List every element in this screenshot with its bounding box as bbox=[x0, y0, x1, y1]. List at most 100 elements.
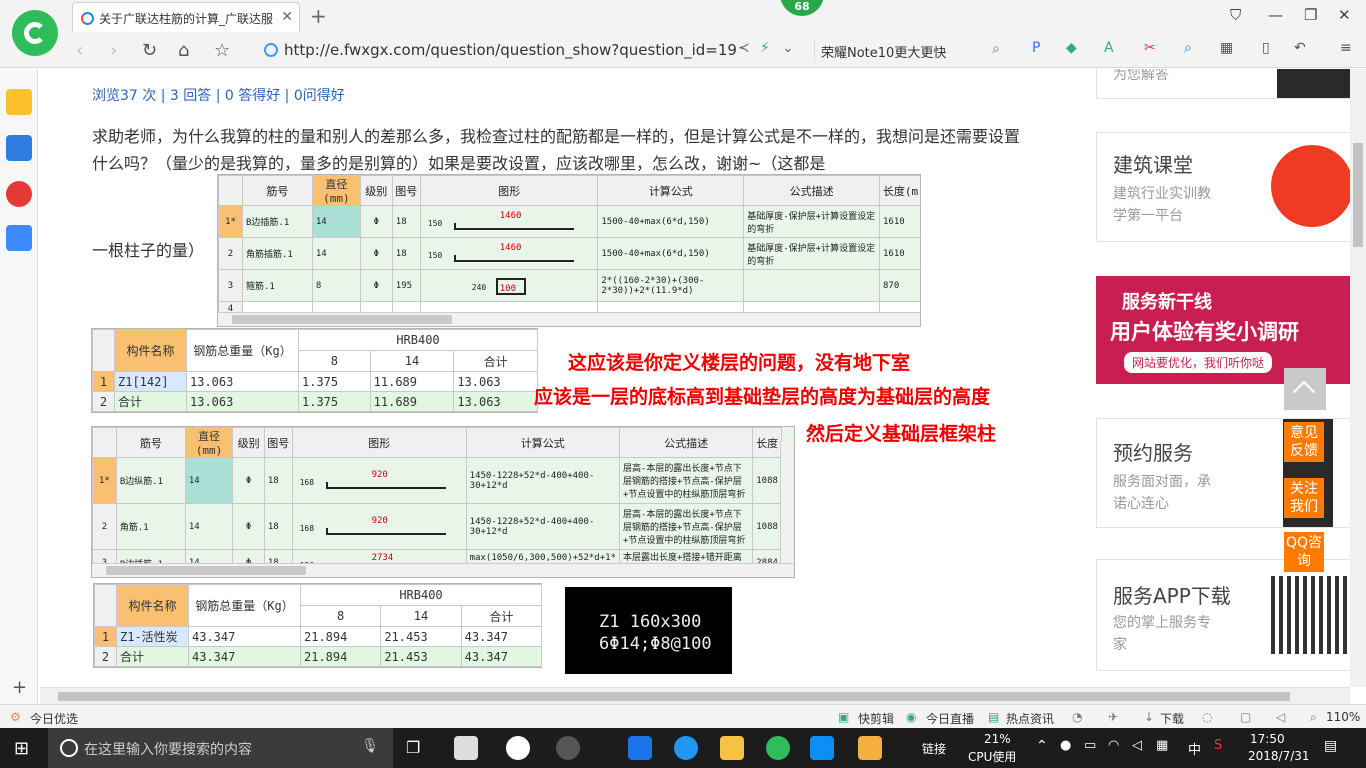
search-input[interactable]: 荣耀Note10更大更快 ⌕ bbox=[814, 38, 1010, 62]
ime-indicator[interactable]: 中 bbox=[1188, 739, 1201, 758]
windows-start-icon[interactable]: ⊞ bbox=[14, 738, 29, 759]
hot-news-link[interactable]: 热点资讯 bbox=[1006, 710, 1054, 727]
translate-icon[interactable]: A bbox=[1104, 40, 1114, 56]
star-icon[interactable]: ☆ bbox=[214, 40, 230, 61]
clean-icon[interactable]: ◌ bbox=[1202, 710, 1212, 724]
page-vertical-scrollbar[interactable] bbox=[1350, 69, 1366, 687]
table-row[interactable]: 3 箍筋.1 8 Φ 195 240 100 2*((160-2*30)+(300… bbox=[218, 269, 920, 302]
search-icon[interactable]: ⌕ bbox=[992, 41, 1000, 57]
favorites-star-icon[interactable] bbox=[6, 89, 32, 115]
chevron-up-icon[interactable]: ⌃ bbox=[1036, 738, 1048, 754]
refresh-icon[interactable]: ↻ bbox=[142, 40, 157, 61]
table-row[interactable]: 1* B边纵筋.1 14 Φ 18 168 920 1450-1228+52*d-… bbox=[92, 457, 782, 504]
list-icon[interactable] bbox=[6, 135, 32, 161]
cell-diameter[interactable]: 14 bbox=[311, 237, 361, 270]
question-stats[interactable]: 浏览37 次 | 3 回答 | 0 答得好 | 0问得好 bbox=[92, 85, 345, 105]
battery-icon[interactable]: ▭ bbox=[1084, 738, 1096, 753]
table-row[interactable]: 2 角筋.1 14 Φ 18 168 920 1450-1228+52*d-400… bbox=[92, 503, 782, 550]
cell-diameter[interactable]: 14 bbox=[311, 205, 361, 238]
cell-name: 合计 bbox=[114, 391, 187, 412]
keyboard-icon[interactable]: ▦ bbox=[1156, 738, 1168, 753]
360-browser-icon[interactable] bbox=[766, 736, 790, 760]
edge-icon[interactable] bbox=[628, 736, 652, 760]
tab-active[interactable]: 关于广联达柱筋的计算_广联达服 ✕ bbox=[72, 2, 300, 32]
table-horizontal-scrollbar[interactable] bbox=[218, 312, 920, 326]
table-row[interactable]: 2 角筋插筋.1 14 Φ 18 150 1460 1500-40+max(6*d… bbox=[218, 237, 920, 270]
qq-consult-button[interactable]: QQ咨询 bbox=[1284, 532, 1324, 572]
today-picks-link[interactable]: 今日优选 bbox=[30, 710, 78, 727]
magnifier-icon[interactable]: ⌕ bbox=[1184, 40, 1192, 56]
table-row[interactable]: 2 合计 43.347 21.894 21.453 43.347 bbox=[94, 646, 543, 667]
microphone-icon[interactable]: 🎙 bbox=[361, 738, 379, 754]
address-bar[interactable]: http://e.fwxgx.com/question/question_sho… bbox=[256, 38, 804, 62]
forward-icon[interactable]: › bbox=[110, 40, 117, 61]
restore-icon[interactable]: ❐ bbox=[1304, 6, 1317, 24]
ie-icon[interactable] bbox=[674, 736, 698, 760]
link-label[interactable]: 链接 bbox=[922, 740, 946, 757]
shirt-skin-icon[interactable]: ⛉ bbox=[1230, 6, 1241, 24]
cell-diameter[interactable]: 14 bbox=[184, 457, 234, 504]
table-row[interactable]: 2 合计 13.063 1.375 11.689 13.063 bbox=[92, 391, 538, 412]
people-icon[interactable]: ● bbox=[1060, 738, 1071, 753]
tool-app-icon[interactable] bbox=[810, 736, 834, 760]
chat-app-icon[interactable] bbox=[556, 736, 580, 760]
file-explorer-icon[interactable] bbox=[720, 736, 744, 760]
table-horizontal-scrollbar[interactable] bbox=[92, 563, 794, 577]
service-card-top[interactable]: 为您解答 bbox=[1096, 69, 1350, 99]
back-icon[interactable]: ‹ bbox=[76, 40, 83, 61]
quick-clip-link[interactable]: 快剪辑 bbox=[858, 710, 894, 727]
close-window-icon[interactable]: ✕ bbox=[1338, 6, 1351, 24]
download-link[interactable]: 下载 bbox=[1160, 710, 1184, 727]
sogou-icon[interactable]: S bbox=[1214, 738, 1222, 753]
taskbar-search-input[interactable]: 在这里输入你要搜索的内容 🎙 bbox=[48, 728, 393, 768]
clock-date[interactable]: 2018/7/31 bbox=[1248, 749, 1310, 763]
zoom-level[interactable]: 110% bbox=[1326, 710, 1360, 724]
recommend-icon[interactable]: ⚙ bbox=[10, 710, 21, 724]
mail-icon[interactable] bbox=[6, 225, 32, 251]
grid-icon[interactable]: ▦ bbox=[1220, 40, 1233, 56]
home-icon[interactable]: ⌂ bbox=[178, 40, 189, 61]
cell-grade: Φ bbox=[359, 269, 393, 302]
volume-icon[interactable]: ◁ bbox=[1132, 738, 1142, 753]
building-class-card[interactable]: 建筑课堂 建筑行业实训教 学第一平台 bbox=[1096, 132, 1350, 242]
feedback-button[interactable]: 意见反馈 bbox=[1284, 422, 1324, 462]
table-row[interactable]: 1* B边插筋.1 14 Φ 18 150 1460 1500-40+max(6*… bbox=[218, 205, 920, 238]
close-tab-icon[interactable]: ✕ bbox=[281, 9, 293, 25]
notification-center-icon[interactable]: ▤ bbox=[1324, 738, 1337, 754]
add-icon[interactable]: + bbox=[12, 677, 27, 698]
app-download-card[interactable]: 服务APP下载 您的掌上服务专 家 bbox=[1096, 559, 1350, 671]
wifi-icon[interactable]: ◠ bbox=[1108, 738, 1119, 753]
undo-icon[interactable]: ↶ bbox=[1294, 40, 1306, 56]
share-icon[interactable]: ≺ bbox=[738, 40, 750, 56]
minimize-icon[interactable]: — bbox=[1268, 6, 1283, 24]
shield-icon[interactable]: ◆ bbox=[1066, 40, 1077, 56]
follow-button[interactable]: 关注我们 bbox=[1284, 478, 1324, 518]
new-tab-icon[interactable]: + bbox=[310, 4, 327, 28]
notes-app-icon[interactable] bbox=[858, 736, 882, 760]
table-vertical-scrollbar[interactable] bbox=[780, 441, 794, 565]
back-to-top-button[interactable] bbox=[1284, 368, 1326, 410]
table-row[interactable]: 1 Z1-活性炭 43.347 21.894 21.453 43.347 bbox=[94, 626, 543, 647]
cell-diameter[interactable]: 14 bbox=[184, 503, 234, 550]
scissors-icon[interactable]: ✂ bbox=[1144, 40, 1156, 56]
speed-icon[interactable]: ◔ bbox=[1072, 710, 1082, 724]
ie-browser-icon[interactable] bbox=[506, 736, 530, 760]
weibo-icon[interactable] bbox=[6, 181, 32, 207]
tools-icon[interactable]: ✈ bbox=[1108, 710, 1118, 724]
window-icon[interactable]: ▢ bbox=[1240, 710, 1251, 724]
cell-diameter[interactable]: 8 bbox=[311, 269, 361, 302]
today-live-link[interactable]: 今日直播 bbox=[926, 710, 974, 727]
plugin-icon[interactable]: P bbox=[1032, 40, 1040, 56]
page-horizontal-scrollbar[interactable] bbox=[40, 687, 1350, 704]
lightning-icon[interactable]: ⚡ bbox=[760, 40, 770, 56]
sound-icon[interactable]: ◁ bbox=[1276, 710, 1285, 724]
clock-time[interactable]: 17:50 bbox=[1250, 732, 1285, 746]
phone-icon[interactable]: ▯ bbox=[1262, 40, 1270, 56]
menu-icon[interactable]: ≡ bbox=[1340, 40, 1352, 56]
browser-logo[interactable] bbox=[12, 10, 58, 56]
fan-app-icon[interactable] bbox=[454, 736, 478, 760]
table-row[interactable]: 1 Z1[142] 13.063 1.375 11.689 13.063 bbox=[92, 371, 538, 392]
task-view-icon[interactable]: ❐ bbox=[406, 738, 420, 757]
chevron-down-icon[interactable]: ⌄ bbox=[782, 40, 794, 56]
notification-badge[interactable]: 68 bbox=[780, 0, 824, 16]
